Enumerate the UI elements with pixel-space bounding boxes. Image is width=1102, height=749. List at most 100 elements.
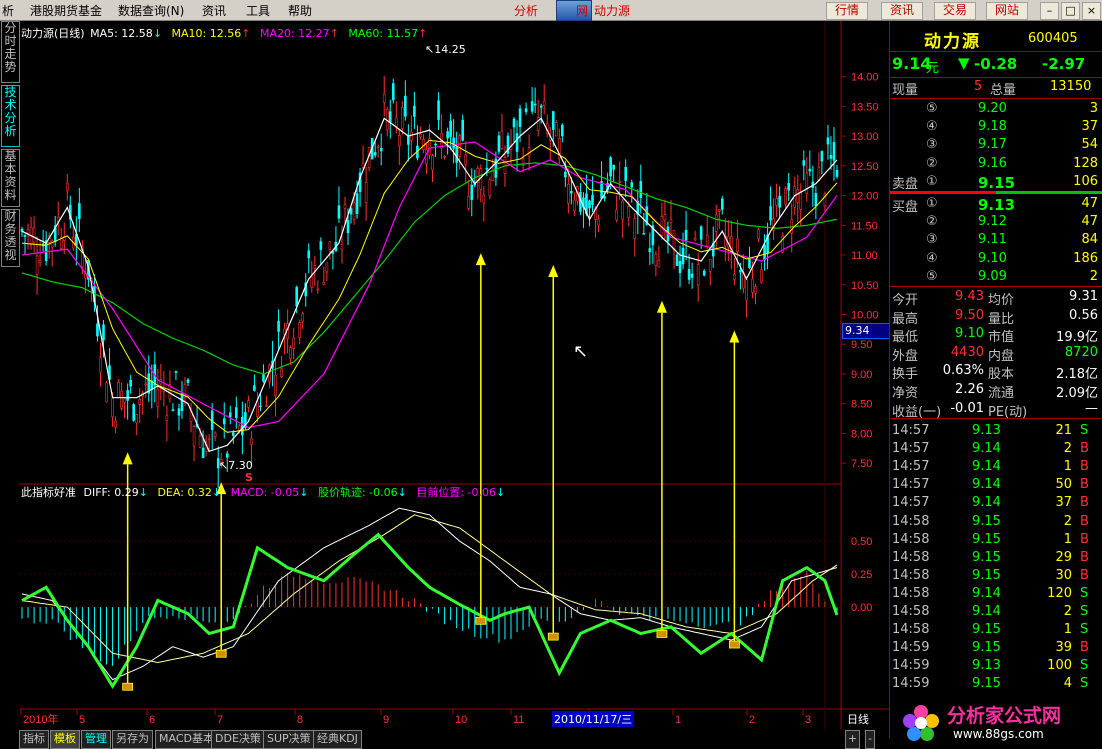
candle-body [298,322,302,338]
close-button[interactable]: × [1082,2,1101,20]
quote-panel: 动力源 600405 9.14 元 ▼ -0.28 -2.97 现量 5 总量 … [889,21,1102,739]
menu-item-tools[interactable]: 工具 [246,2,270,19]
candle-body [748,258,751,269]
candle-body [702,270,706,276]
macd-tick-label: 0.50 [851,536,872,548]
menu-item-hk-futures[interactable]: 港股期货基金 [30,2,102,19]
menu-item-analysis[interactable]: 析 [2,2,14,19]
macd-label: MACD: -0.05 [230,486,300,499]
stat-value: 2.26 [955,382,984,397]
candle-body [530,101,534,112]
price-trace-line [21,532,839,690]
tab-dde[interactable]: DDE决策 [211,730,265,749]
tab-fundamentals[interactable]: 基本资料 [1,149,20,207]
candle-body [588,200,591,209]
trade-button[interactable]: 交易 [934,2,976,20]
candle-body [567,184,570,204]
now-volume: 5 [974,79,983,94]
tick-price: 9.14 [972,441,1001,457]
candle-body [639,181,643,198]
candle-body [259,405,262,408]
minimize-button[interactable]: – [1040,2,1059,20]
divider [890,286,1102,287]
price-tick-label: 13.00 [851,131,879,143]
tab-technical-analysis[interactable]: 技术分析 [1,85,20,147]
chart-area[interactable]: 14.00 13.50 13.00 12.50 12.00 11.50 11.00 10.50… [19,21,892,739]
candle-body [135,414,139,423]
x-axis-label: 2010年 [23,712,58,726]
tab-macd-basic[interactable]: MACD基本 [155,730,218,749]
candle-body [814,193,818,207]
diff-arrow: ↓ [138,486,148,499]
candle-body [337,205,341,219]
tab-template[interactable]: 模板 [50,730,80,749]
candle-body [446,131,449,139]
candle-body [235,407,238,418]
price-tick-label: 11.50 [851,220,878,232]
maximize-button[interactable]: □ [1061,2,1080,20]
candle-body [443,156,446,158]
menu-item-news[interactable]: 资讯 [202,2,226,19]
quote-button[interactable]: 行情 [826,2,868,20]
candle-body [497,135,501,152]
candle-body [174,371,178,373]
tab-kdj[interactable]: 经典KDJ [313,730,362,749]
candle-body [518,108,522,127]
tab-manage[interactable]: 管理 [81,730,111,749]
buy-signal-arrow-icon [548,265,559,278]
signal-marker-icon [475,616,487,625]
news-button[interactable]: 资讯 [881,2,923,20]
tick-side: S [1080,658,1089,674]
candle-body [340,244,344,250]
candle-body [250,438,253,445]
ma5-line [21,117,838,453]
price-unit: 元 [926,61,940,76]
mouse-cursor-icon: ↖ [573,341,589,362]
candle-body [213,432,217,438]
tab-financials[interactable]: 财务透视 [1,209,20,267]
ma10-line [21,139,838,433]
tick-time: 14:59 [892,658,930,674]
candle-body [322,281,326,285]
website-button[interactable]: 网站 [986,2,1028,20]
price-tick-label: 11.00 [851,250,878,262]
kline-chart-svg[interactable]: 14.0013.5013.0012.5012.0011.5011.0010.50… [19,21,889,729]
macd-arrow: ↓ [299,486,309,499]
tab-save-as[interactable]: 另存为 [112,730,153,749]
candle-body [156,388,160,408]
candle-body [751,278,754,293]
candle-body [401,107,404,129]
zoom-out-button[interactable]: - [865,730,875,749]
candle-body [739,270,742,273]
now-volume-label: 现量 [892,83,919,98]
total-volume-label: 总量 [990,83,1017,98]
menu-item-data-query[interactable]: 数据查询(N) [118,2,184,19]
period-label[interactable]: 日线 [847,711,869,727]
price-change-pct: -2.97 [1042,55,1086,73]
candle-body [391,83,395,101]
tick-volume: 2 [1063,604,1072,619]
candle-body [708,258,712,272]
candle-body [657,260,661,268]
sell-level-index: ① [926,173,938,189]
candle-body [325,262,329,273]
sell-label: 卖盘 [892,177,919,192]
candle-body [609,157,612,177]
x-axis-label: 11 [513,714,524,726]
tab-indicator[interactable]: 指标 [19,730,49,749]
buy-signal-arrow-icon [729,330,740,343]
buy-level-index: ④ [926,250,938,266]
candle-body [32,227,36,243]
candle-body [488,179,492,196]
candle-body [624,166,628,182]
stat-label: 外盘 [892,348,919,364]
tick-side: S [1080,604,1089,619]
tab-intraday[interactable]: 分时走势 [1,21,20,83]
zoom-in-button[interactable]: + [845,730,861,749]
total-volume: 13150 [1050,79,1092,94]
stat-label: 量比 [988,311,1015,327]
buy-level-volume: 84 [1081,232,1098,248]
menu-item-help[interactable]: 帮助 [288,2,312,19]
stat-value: 0.56 [1069,307,1098,323]
tab-sup[interactable]: SUP决策 [263,730,315,749]
